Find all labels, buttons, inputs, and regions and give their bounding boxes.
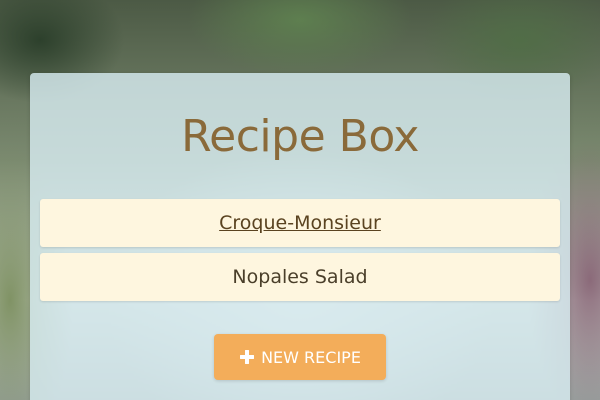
recipe-list-item-croque-monsieur[interactable]: Croque-Monsieur xyxy=(40,199,560,247)
recipe-list-item-nopales-salad[interactable]: Nopales Salad xyxy=(40,253,560,301)
recipe-name[interactable]: Nopales Salad xyxy=(232,266,367,288)
recipe-list: Croque-Monsieur Nopales Salad xyxy=(40,199,560,307)
recipe-box-panel: Recipe Box Croque-Monsieur Nopales Salad… xyxy=(30,73,570,400)
new-recipe-label: NEW RECIPE xyxy=(261,347,361,367)
new-recipe-button[interactable]: NEW RECIPE xyxy=(214,334,386,380)
plus-icon xyxy=(240,350,255,364)
recipe-name[interactable]: Croque-Monsieur xyxy=(219,212,381,234)
page-title: Recipe Box xyxy=(181,111,419,162)
